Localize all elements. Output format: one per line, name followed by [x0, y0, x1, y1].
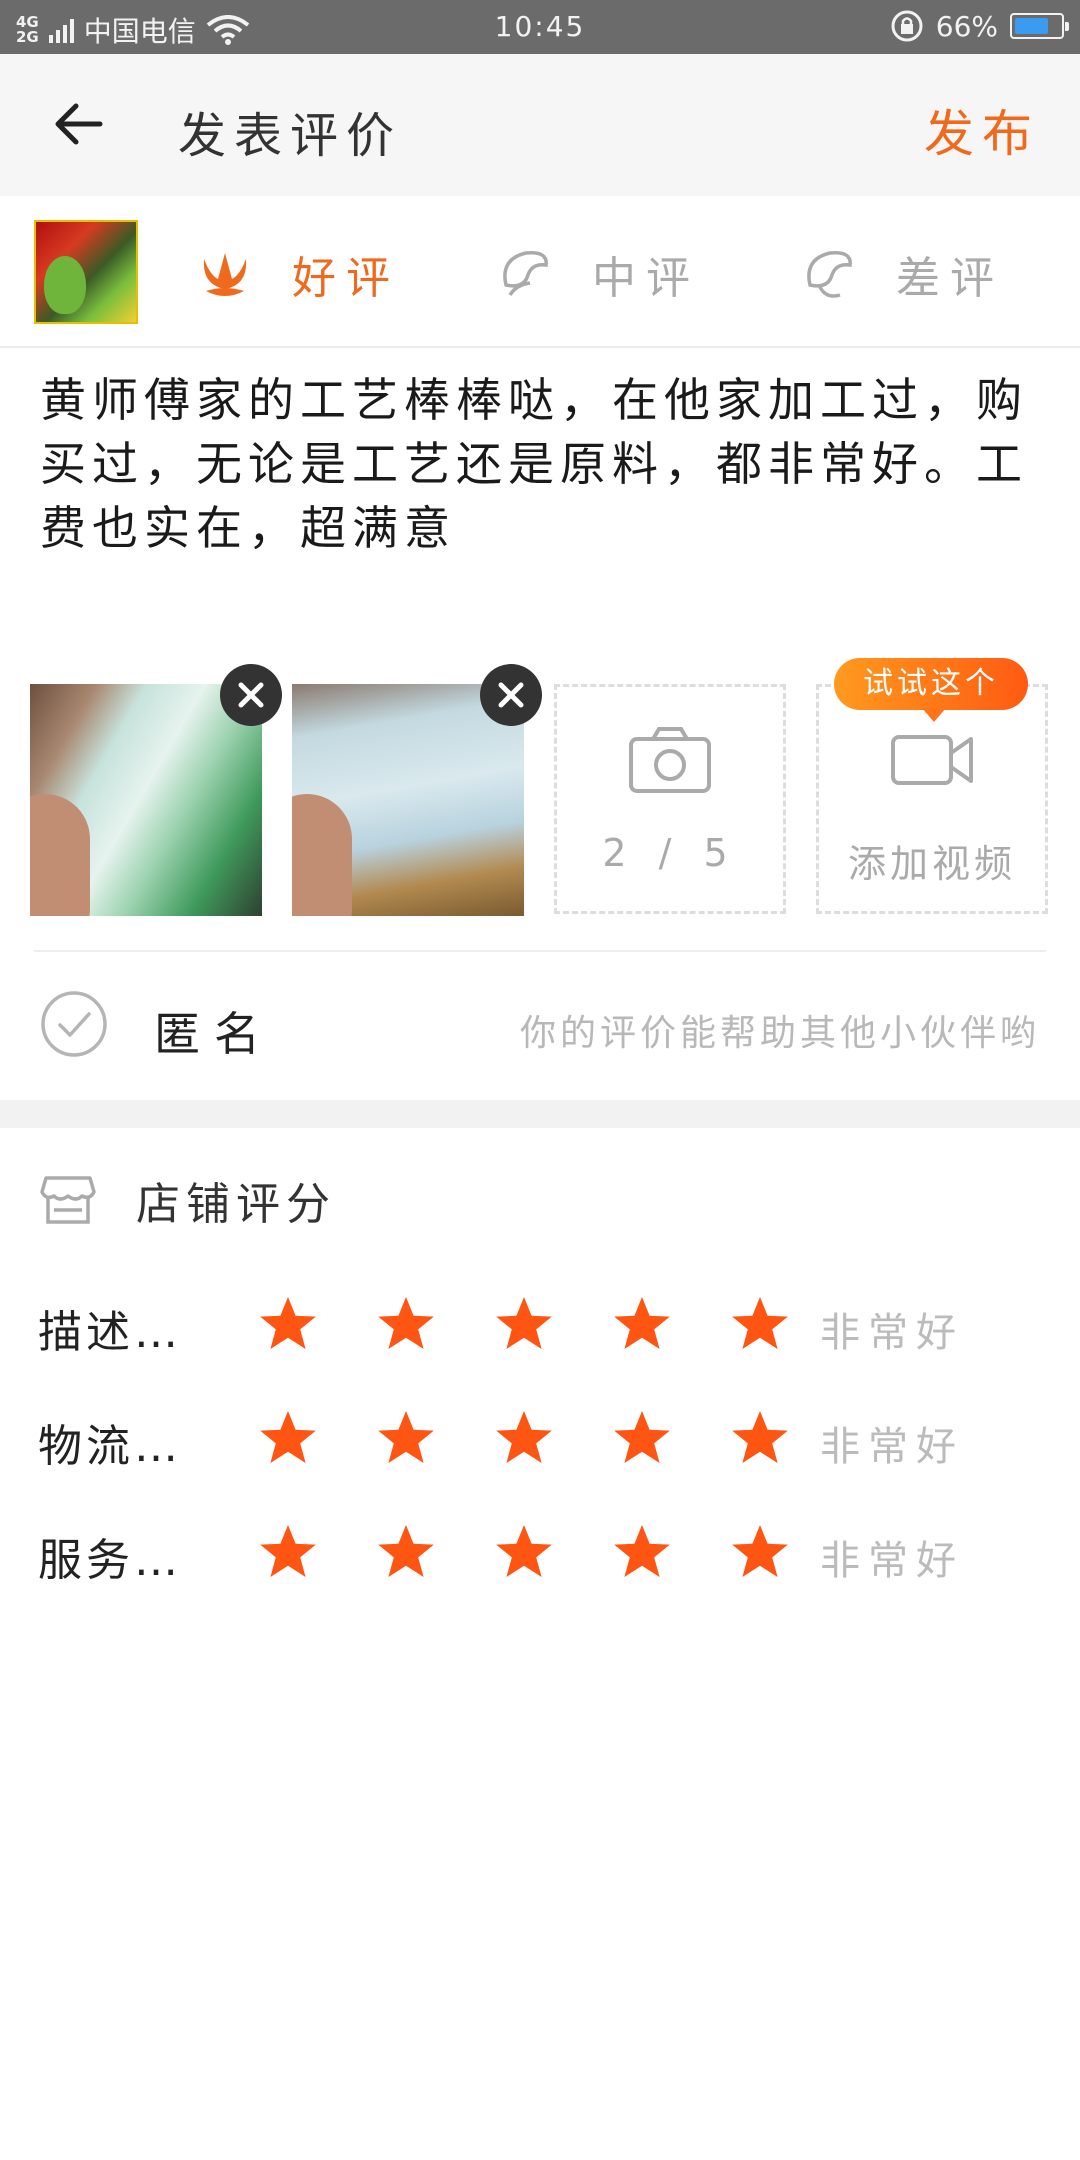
leaf-outline-icon: [503, 251, 548, 296]
video-camera-icon: [891, 735, 973, 785]
star-icon[interactable]: [494, 1408, 554, 1468]
score-value: 非常好: [820, 1310, 964, 1356]
uploaded-photo[interactable]: [30, 684, 262, 916]
score-row: 物流… 非常好: [0, 1400, 1080, 1480]
score-value: 非常好: [820, 1538, 964, 1584]
close-icon: [238, 682, 264, 708]
anonymous-row: 匿名 你的评价能帮助其他小伙伴哟: [0, 952, 1080, 1100]
anonymous-checkbox[interactable]: [40, 990, 108, 1058]
star-icon[interactable]: [612, 1408, 672, 1468]
uploaded-photo[interactable]: [292, 684, 524, 916]
battery-percent: 66%: [935, 9, 998, 43]
star-icon[interactable]: [258, 1294, 318, 1354]
star-rating: [258, 1408, 790, 1468]
store-icon: [40, 1176, 96, 1224]
anonymous-hint: 你的评价能帮助其他小伙伴哟: [519, 1013, 1040, 1054]
flower-icon: [203, 253, 247, 296]
score-value: 非常好: [820, 1424, 964, 1470]
star-icon[interactable]: [730, 1408, 790, 1468]
section-separator: [0, 1100, 1080, 1128]
rating-bad-label: 差评: [896, 253, 1004, 304]
star-icon[interactable]: [612, 1522, 672, 1582]
score-label: 服务…: [38, 1535, 182, 1586]
remove-photo-button[interactable]: [480, 664, 542, 726]
status-bar: 4G 2G 中国电信 10:45 66%: [0, 0, 1080, 54]
star-icon[interactable]: [494, 1294, 554, 1354]
rating-good-label: 好评: [292, 253, 400, 304]
star-icon[interactable]: [376, 1408, 436, 1468]
review-text-input[interactable]: 黄师傅家的工艺棒棒哒，在他家加工过，购买过，无论是工艺还是原料，都非常好。工费也…: [40, 368, 1040, 560]
score-row: 服务… 非常好: [0, 1514, 1080, 1594]
star-icon[interactable]: [730, 1294, 790, 1354]
back-arrow-icon[interactable]: [50, 94, 110, 154]
page-title: 发表评价: [178, 108, 403, 164]
star-icon[interactable]: [376, 1522, 436, 1582]
camera-icon: [629, 727, 711, 793]
header-bar: 发表评价 发布: [0, 54, 1080, 196]
product-thumbnail: [34, 220, 138, 324]
rating-good-option[interactable]: 好评: [196, 242, 400, 306]
star-icon[interactable]: [494, 1522, 554, 1582]
rating-selector: 好评 中评 差评: [0, 196, 1080, 348]
score-label: 描述…: [38, 1307, 182, 1358]
star-icon[interactable]: [258, 1408, 318, 1468]
add-video-label: 添加视频: [847, 842, 1016, 886]
shop-score-header: 店铺评分: [40, 1168, 336, 1232]
star-icon[interactable]: [612, 1294, 672, 1354]
star-icon[interactable]: [376, 1294, 436, 1354]
add-photo-button[interactable]: 2 / 5: [554, 684, 786, 914]
rating-bad-option[interactable]: 差评: [800, 242, 1004, 306]
rotation-lock-icon: [891, 10, 923, 42]
rating-neutral-label: 中评: [592, 253, 700, 304]
star-rating: [258, 1522, 790, 1582]
score-label: 物流…: [38, 1421, 182, 1472]
wilted-leaf-icon: [807, 251, 852, 298]
anonymous-label: 匿名: [154, 1007, 274, 1061]
close-icon: [498, 682, 524, 708]
shop-score-title: 店铺评分: [136, 1179, 336, 1230]
score-row: 描述… 非常好: [0, 1286, 1080, 1366]
battery-icon: [1010, 13, 1069, 39]
try-this-tooltip[interactable]: 试试这个: [834, 658, 1028, 722]
remove-photo-button[interactable]: [220, 664, 282, 726]
star-rating: [258, 1294, 790, 1354]
publish-button[interactable]: 发布: [924, 94, 1040, 166]
star-icon[interactable]: [730, 1522, 790, 1582]
rating-neutral-option[interactable]: 中评: [496, 242, 700, 306]
star-icon[interactable]: [258, 1522, 318, 1582]
photo-count: 2 / 5: [602, 831, 738, 875]
